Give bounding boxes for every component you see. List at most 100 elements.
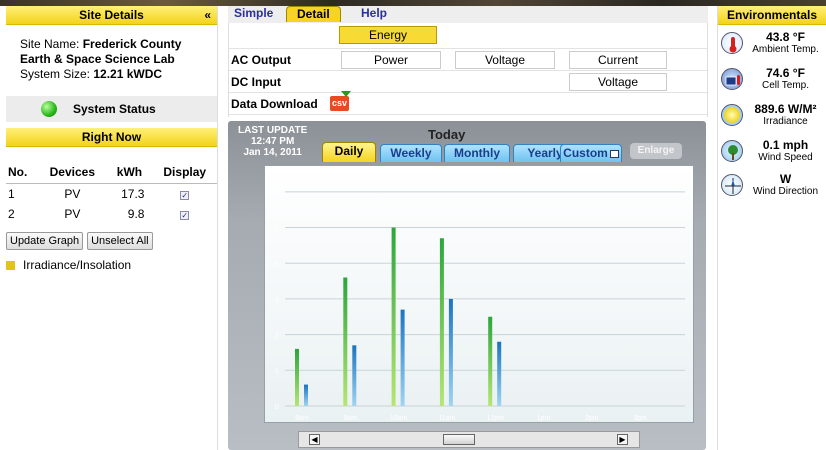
sun-icon bbox=[721, 104, 743, 126]
tab-detail[interactable]: Detail bbox=[286, 6, 341, 22]
last-update-time: 12:47 PM bbox=[250, 136, 295, 147]
site-name-label: Site Name: bbox=[20, 37, 83, 51]
data-download-row: Data Download csv bbox=[229, 91, 707, 115]
env-ambient-temp: 43.8 °F Ambient Temp. bbox=[718, 30, 826, 66]
dc-input-row: DC Input Voltage bbox=[229, 70, 707, 92]
row-kwh: 9.8 bbox=[127, 207, 145, 221]
col-kwh: kWh bbox=[106, 161, 153, 184]
energy-button[interactable]: Energy bbox=[339, 26, 437, 44]
x-tick-label: 12pm bbox=[486, 415, 504, 422]
environmentals-header: Environmentals bbox=[718, 6, 826, 25]
bar bbox=[497, 341, 502, 406]
tree-wind-icon bbox=[721, 140, 743, 162]
wind-direction-label: Wind Direction bbox=[752, 186, 819, 197]
scroll-thumb[interactable] bbox=[443, 434, 475, 445]
main-panel: Simple Detail Help Energy AC Output Powe… bbox=[228, 6, 708, 450]
ac-voltage-button[interactable]: Voltage bbox=[455, 51, 555, 69]
ac-power-button[interactable]: Power bbox=[341, 51, 441, 69]
table-header-row: No. Devices kWh Display bbox=[6, 161, 217, 184]
last-update-label: LAST UPDATE bbox=[238, 125, 308, 136]
table-row: 2 PV 9.8 ✓ bbox=[6, 204, 217, 224]
solar-cell-icon bbox=[721, 68, 743, 90]
tab-help[interactable]: Help bbox=[361, 6, 387, 21]
y-tick-label: 0 bbox=[275, 404, 279, 411]
chart-scrollbar[interactable]: ◀ ▶ bbox=[298, 431, 640, 448]
tab-weekly[interactable]: Weekly bbox=[380, 144, 442, 162]
display-cell: ✓ bbox=[152, 184, 217, 205]
view-tabs: Simple Detail Help bbox=[228, 6, 708, 23]
bar bbox=[439, 238, 444, 406]
cell-temp-label: Cell Temp. bbox=[761, 80, 810, 91]
last-update: LAST UPDATE 12:47 PM Jan 14, 2011 bbox=[238, 125, 307, 158]
bar bbox=[488, 316, 493, 406]
row-no: 2 bbox=[8, 207, 15, 221]
y-tick-label: 2 bbox=[275, 333, 279, 340]
left-panel: Site Details « Site Name: Frederick Coun… bbox=[6, 6, 218, 450]
irradiance-legend-label: Irradiance/Insolation bbox=[23, 258, 132, 272]
enlarge-button[interactable]: Enlarge bbox=[630, 143, 682, 159]
row-device: PV bbox=[64, 187, 81, 201]
x-tick-label: 8am bbox=[295, 415, 309, 422]
environmentals-title: Environmentals bbox=[726, 8, 818, 22]
download-arrow-icon bbox=[341, 91, 351, 97]
y-tick-label: 3 bbox=[275, 297, 279, 304]
env-cell-temp: 74.6 °F Cell Temp. bbox=[718, 66, 826, 102]
tab-custom[interactable]: Custom bbox=[560, 144, 622, 162]
row-kwh: 17.3 bbox=[121, 187, 145, 201]
scroll-left-arrow-icon[interactable]: ◀ bbox=[309, 434, 320, 445]
site-name: Site Name: Frederick County Earth & Spac… bbox=[20, 37, 211, 67]
tab-daily[interactable]: Daily bbox=[322, 142, 376, 162]
ambient-temp-value: 43.8 °F bbox=[766, 30, 805, 44]
measurement-controls: Energy AC Output Power Voltage Current D… bbox=[228, 23, 708, 117]
bar bbox=[391, 227, 396, 406]
site-details-header: Site Details « bbox=[6, 6, 217, 25]
x-tick-label: 1pm bbox=[537, 415, 551, 422]
csv-download-icon[interactable]: csv bbox=[330, 96, 349, 111]
y-tick-label: 5 bbox=[275, 226, 279, 233]
bar bbox=[448, 298, 453, 406]
x-tick-label: 3pm bbox=[633, 415, 647, 422]
energy-bar-chart: 0123456kilowatt-hours8am9am10am11am12pm1… bbox=[250, 190, 685, 422]
bar bbox=[295, 348, 299, 406]
irradiance-legend[interactable]: Irradiance/Insolation bbox=[6, 258, 217, 272]
x-tick-label: 2pm bbox=[585, 415, 599, 422]
display-checkbox[interactable]: ✓ bbox=[180, 211, 190, 220]
env-irradiance: 889.6 W/M² Irradiance bbox=[718, 102, 826, 138]
tab-simple[interactable]: Simple bbox=[234, 6, 273, 21]
x-tick-label: 10am bbox=[390, 415, 408, 422]
cell-temp-value: 74.6 °F bbox=[766, 66, 805, 80]
dc-voltage-button[interactable]: Voltage bbox=[569, 73, 667, 91]
irradiance-value: 889.6 W/M² bbox=[754, 102, 817, 116]
update-graph-button[interactable]: Update Graph bbox=[6, 232, 84, 250]
status-indicator-icon bbox=[41, 101, 57, 117]
dc-input-label: DC Input bbox=[231, 75, 281, 89]
data-download-label: Data Download bbox=[231, 97, 318, 111]
ac-current-button[interactable]: Current bbox=[569, 51, 667, 69]
system-status-label: System Status bbox=[73, 102, 156, 116]
system-status-row: System Status bbox=[6, 96, 217, 122]
system-size: System Size: 12.21 kWDC bbox=[20, 67, 211, 82]
right-now-title: Right Now bbox=[81, 130, 142, 144]
tab-monthly[interactable]: Monthly bbox=[444, 144, 510, 162]
row-no: 1 bbox=[8, 187, 15, 201]
col-no: No. bbox=[6, 161, 39, 184]
wind-speed-label: Wind Speed bbox=[758, 152, 813, 163]
display-checkbox[interactable]: ✓ bbox=[180, 191, 190, 200]
table-row: 1 PV 17.3 ✓ bbox=[6, 184, 217, 205]
irradiance-swatch bbox=[6, 260, 15, 270]
scroll-right-arrow-icon[interactable]: ▶ bbox=[617, 434, 628, 445]
y-tick-label: 6 bbox=[275, 190, 279, 197]
bar bbox=[400, 309, 405, 406]
environmentals-panel: Environmentals 43.8 °F Ambient Temp. 74.… bbox=[717, 6, 826, 450]
system-size-label: System Size: bbox=[20, 67, 94, 81]
collapse-icon[interactable]: « bbox=[204, 6, 211, 25]
col-display: Display bbox=[152, 161, 217, 184]
tab-custom-label: Custom bbox=[563, 146, 608, 160]
unselect-all-button[interactable]: Unselect All bbox=[87, 232, 153, 250]
calendar-icon bbox=[609, 150, 619, 158]
wind-speed-value: 0.1 mph bbox=[762, 138, 809, 152]
chart-panel: LAST UPDATE 12:47 PM Jan 14, 2011 Today … bbox=[228, 121, 706, 450]
y-tick-label: 1 bbox=[275, 368, 279, 375]
ac-output-row: AC Output Power Voltage Current bbox=[229, 48, 707, 70]
period-title: Today bbox=[428, 127, 466, 142]
